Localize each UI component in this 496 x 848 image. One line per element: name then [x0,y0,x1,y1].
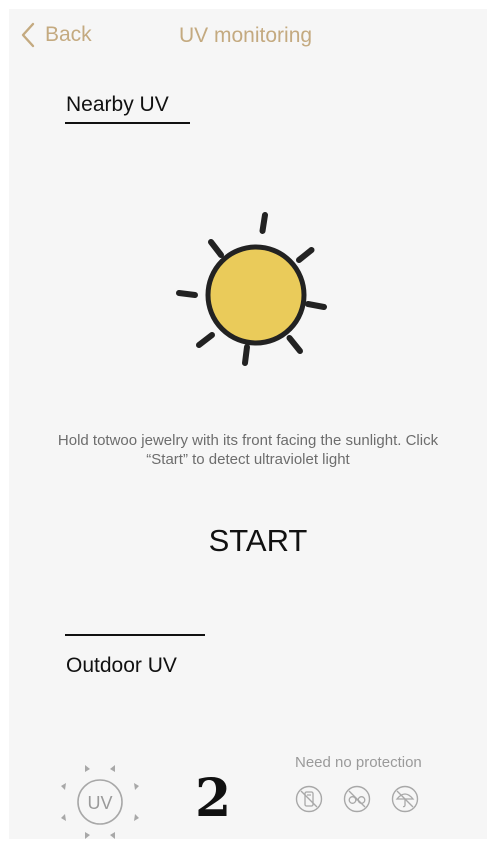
back-label: Back [45,23,92,46]
chevron-left-icon [21,22,35,48]
no-sunscreen-icon [295,785,323,813]
sun-icon [176,212,327,366]
no-umbrella-icon [391,785,419,813]
page-title: UV monitoring [179,24,313,47]
nearby-uv-title: Nearby UV [66,93,169,116]
instruction-text: Hold totwoo jewelry with its front facin… [57,432,439,468]
uv-sun-icon: UV [61,765,139,839]
no-sunglasses-icon [343,785,371,813]
navigation-bar: Back UV monitoring [9,9,487,61]
outdoor-uv-title: Outdoor UV [66,654,177,677]
uv-monitoring-screen: Back UV monitoring Nearby UV Hold totwoo… [9,9,487,839]
back-button[interactable]: Back [21,19,92,51]
protection-status: Need no protection [295,754,422,771]
uv-badge-label: UV [87,793,112,813]
outdoor-uv-divider [65,634,205,636]
protection-icons [295,785,419,813]
start-button[interactable]: START [148,523,368,559]
uv-index-value: 2 [195,768,232,829]
nearby-uv-underline [65,122,190,124]
